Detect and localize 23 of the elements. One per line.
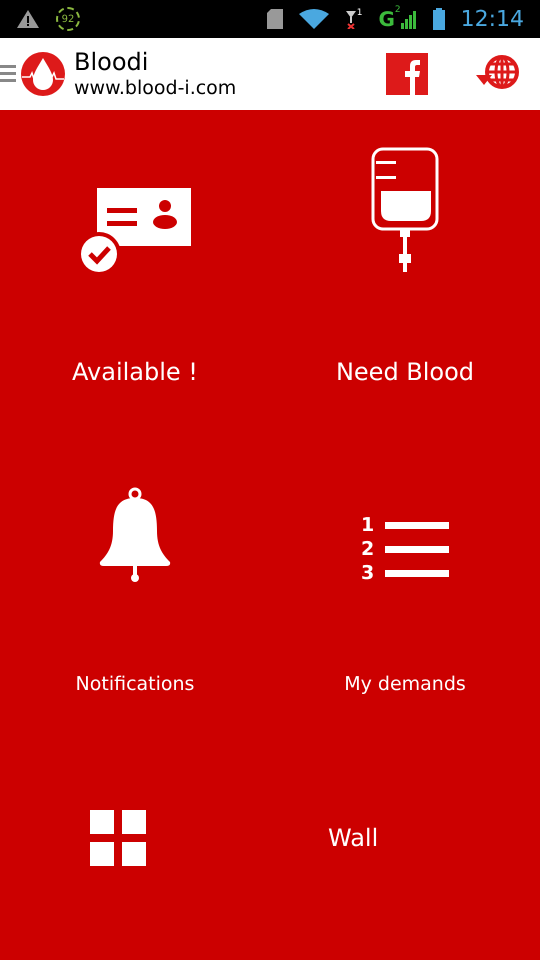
sim-number: 2 [394,4,401,17]
blood-bag-icon [370,146,440,274]
wifi-icon [298,9,329,29]
network-type: G [378,6,395,33]
sim-number: 1 [356,9,362,18]
menu-tile[interactable]: 1 2 3 My demands [270,428,540,760]
sd-card-icon [266,9,283,29]
app-url: www.blood-i.com [74,77,236,101]
bell-icon [98,486,172,584]
battery-badge: 92 [56,7,80,31]
menu-tile[interactable]: Wall [0,760,540,866]
blood-drop-logo [20,51,66,97]
menu-tile[interactable]: Notifications [0,428,270,760]
antenna-icon [344,9,357,29]
grid-icon [90,810,146,866]
signal-icon [400,9,417,29]
warning-icon [16,9,40,29]
facebook-icon[interactable] [386,53,428,95]
battery-icon [432,8,445,30]
app-title: Bloodi [74,47,150,78]
menu-tile[interactable]: Need Blood [270,110,540,428]
menu-tile[interactable]: Available ! [0,110,270,428]
clock: 12:14 [460,6,524,34]
